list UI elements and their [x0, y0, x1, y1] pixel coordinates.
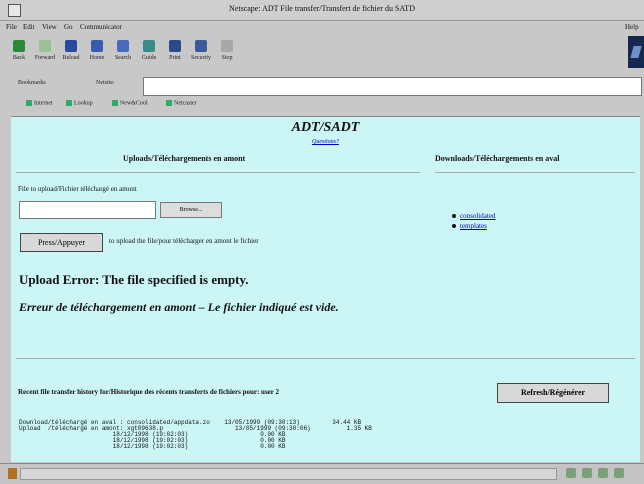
- menu-bar: File Edit View Go Communicator Help: [0, 21, 644, 34]
- netsite-label: Netsite:: [96, 80, 115, 86]
- back-button[interactable]: Back: [7, 37, 31, 73]
- reload-icon: [65, 40, 77, 52]
- lock-icon: [195, 40, 207, 52]
- menu-communicator[interactable]: Communicator: [80, 23, 122, 31]
- page-content: ADT/SADT Questions? Uploads/Téléchargeme…: [11, 116, 640, 462]
- file-upload-label: File to upload/Fichier téléchargé en amo…: [18, 185, 137, 193]
- menu-go[interactable]: Go: [64, 23, 73, 31]
- guide-button[interactable]: Guide: [137, 37, 161, 73]
- browser-window: Netscape: ADT File transfer/Transfert de…: [0, 0, 644, 484]
- print-icon: [169, 40, 181, 52]
- progress-bar: [20, 468, 557, 480]
- menu-view[interactable]: View: [42, 23, 57, 31]
- divider: [435, 172, 635, 173]
- templates-link[interactable]: templates: [460, 222, 487, 230]
- forward-arrow-icon: [39, 40, 51, 52]
- press-button[interactable]: Press/Appuyer: [20, 233, 103, 252]
- error-message-en: Upload Error: The file specified is empt…: [19, 272, 249, 287]
- mail-icon[interactable]: [582, 468, 592, 478]
- divider: [16, 172, 420, 173]
- consolidated-link[interactable]: consolidated: [460, 212, 495, 220]
- security-button[interactable]: Security: [189, 37, 213, 73]
- netscape-logo[interactable]: [628, 36, 644, 68]
- home-button[interactable]: Home: [85, 37, 109, 73]
- composer-icon[interactable]: [614, 468, 624, 478]
- page-title: ADT/SADT: [291, 120, 360, 135]
- menu-help[interactable]: Help: [625, 23, 639, 31]
- file-path-input[interactable]: [19, 201, 156, 219]
- uploads-header: Uploads/Téléchargements en amont: [123, 154, 246, 163]
- search-button[interactable]: Search: [111, 37, 135, 73]
- bullet-icon: [452, 224, 456, 229]
- stop-button[interactable]: Stop: [215, 37, 239, 73]
- discussion-icon[interactable]: [598, 468, 608, 478]
- reload-button[interactable]: Reload: [59, 37, 83, 73]
- back-arrow-icon: [13, 40, 25, 52]
- navigation-toolbar: Back Forward Reload Home Search Guide Pr…: [0, 35, 644, 76]
- title-bar: Netscape: ADT File transfer/Transfert de…: [0, 0, 644, 21]
- guide-icon: [143, 40, 155, 52]
- window-title: Netscape: ADT File transfer/Transfert de…: [229, 4, 415, 13]
- bullet-icon: [452, 214, 456, 219]
- transfer-history: Download/téléchargé en aval : consolidat…: [19, 419, 372, 450]
- press-description: to upload the file/pour télécharger en a…: [109, 237, 259, 245]
- personal-internet[interactable]: Internet: [26, 100, 53, 106]
- refresh-button[interactable]: Refresh/Régénérer: [497, 383, 609, 403]
- menu-file[interactable]: File: [6, 23, 17, 31]
- list-item: consolidated: [452, 212, 495, 220]
- search-icon: [117, 40, 129, 52]
- forward-button[interactable]: Forward: [33, 37, 57, 73]
- downloads-header: Downloads/Téléchargements en aval: [435, 154, 560, 163]
- bookmark-icon: [66, 100, 72, 106]
- stop-icon: [221, 40, 233, 52]
- history-label: Recent file transfer history for/Histori…: [18, 388, 280, 396]
- download-links: consolidated templates: [452, 212, 495, 232]
- divider: [16, 358, 635, 359]
- bookmark-icon: [166, 100, 172, 106]
- component-icon[interactable]: [566, 468, 576, 478]
- location-field[interactable]: [143, 77, 642, 96]
- personal-lookup[interactable]: Lookup: [66, 100, 93, 106]
- list-item: templates: [452, 222, 495, 230]
- personal-newcool[interactable]: New&Cool: [112, 100, 148, 106]
- security-lock-icon[interactable]: [8, 468, 17, 479]
- browse-button[interactable]: Browse...: [160, 202, 222, 218]
- personal-netcaster[interactable]: Netcaster: [166, 100, 197, 106]
- bookmark-icon: [112, 100, 118, 106]
- status-bar: [0, 463, 644, 484]
- bookmarks-button[interactable]: Bookmarks: [18, 80, 46, 86]
- home-icon: [91, 40, 103, 52]
- bookmark-icon: [26, 100, 32, 106]
- error-message-fr: Erreur de téléchargement en amont – Le f…: [19, 300, 339, 314]
- help-link[interactable]: Questions?: [11, 139, 640, 145]
- personal-toolbar: Internet Lookup New&Cool Netcaster: [0, 96, 644, 113]
- menu-edit[interactable]: Edit: [23, 23, 35, 31]
- print-button[interactable]: Print: [163, 37, 187, 73]
